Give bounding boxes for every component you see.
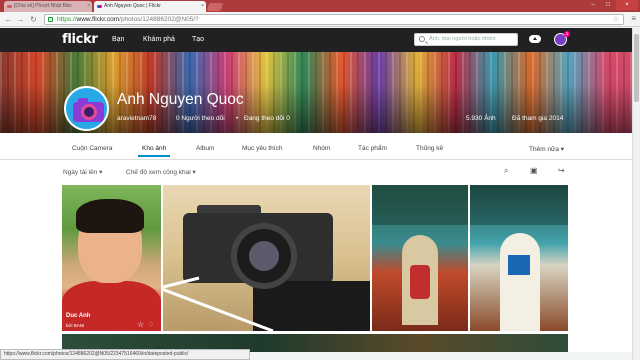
browser-status-url: https://www.flickr.com/photos/124886202@… <box>0 349 250 360</box>
tab-kho-anh[interactable]: Kho ảnh <box>137 145 171 157</box>
photo-owner[interactable]: bởi BANI <box>66 323 84 328</box>
close-icon[interactable]: × <box>201 1 204 12</box>
minimize-icon[interactable]: – <box>586 0 600 10</box>
separator-dot: • <box>236 115 239 122</box>
tab-label: [Chia sẻ] Phượt Nhật Bản <box>14 3 72 9</box>
tab-phuot-nhat-ban[interactable]: [Chia sẻ] Phượt Nhật Bản × <box>4 1 92 12</box>
photo-count: 5.930 Ảnh <box>466 115 496 122</box>
profile-avatar[interactable] <box>64 86 109 131</box>
more-menu[interactable]: Thêm nữa ▾ <box>529 145 564 153</box>
address-bar-row: ← → ↻ https://www.flickr.com/photos/1248… <box>0 12 640 27</box>
view-mode-dropdown[interactable]: Chế độ xem công khai ▾ <box>126 168 196 176</box>
forward-arrow-icon[interactable]: → <box>16 15 25 24</box>
window-controls: – □ × <box>586 0 638 11</box>
search-placeholder: Ảnh, mọi người hoặc nhóm <box>429 36 496 42</box>
window-close-icon[interactable]: × <box>616 0 638 10</box>
browser-menu-icon[interactable]: ≡ <box>631 15 636 23</box>
profile-subnav: Cuộn Camera Kho ảnh Album Mục yêu thích … <box>0 133 632 160</box>
tab-album[interactable]: Album <box>196 145 214 152</box>
nav-kham-pha[interactable]: Khám phá <box>143 36 175 43</box>
url-scheme: https:// <box>57 16 77 23</box>
tab-label: Anh Nguyen Quoc | Flickr <box>104 3 161 9</box>
white-arrow-overlay <box>163 276 274 331</box>
photo-tile-temple-interior[interactable] <box>372 185 468 331</box>
photo-title[interactable]: Duc Anh <box>66 313 90 319</box>
back-arrow-icon[interactable]: ← <box>4 15 13 24</box>
maximize-icon[interactable]: □ <box>601 0 615 10</box>
url-input[interactable]: https://www.flickr.com/photos/124886202@… <box>44 14 624 25</box>
reload-icon[interactable]: ↻ <box>29 15 38 24</box>
close-icon[interactable]: × <box>87 1 90 12</box>
flickr-favicon-icon <box>97 5 102 8</box>
bookmark-star-icon[interactable]: ☆ <box>613 15 619 25</box>
notification-badge[interactable]: 1 <box>564 31 570 37</box>
tab-flickr[interactable]: Anh Nguyen Quoc | Flickr × <box>94 1 206 12</box>
joined-date: Đã tham gia 2014 <box>512 115 564 122</box>
sort-dropdown[interactable]: Ngày tải lên ▾ <box>63 168 102 176</box>
photostream-toolbar: Ngày tải lên ▾ Chế độ xem công khai ▾ ⌕ … <box>0 160 632 182</box>
tab-nhom[interactable]: Nhóm <box>313 145 330 152</box>
following-count[interactable]: Đang theo dõi 0 <box>244 115 290 122</box>
flickr-header: flickr Bạn Khám phá Tạo Ảnh, mọi người h… <box>0 28 632 52</box>
upload-cloud-icon[interactable] <box>529 35 541 43</box>
new-tab-button[interactable] <box>206 3 224 11</box>
scrollbar-thumb[interactable] <box>634 34 639 102</box>
page-scrollbar[interactable] <box>632 28 640 360</box>
nav-ban[interactable]: Bạn <box>112 36 124 43</box>
url-host: www.flickr.com <box>76 16 120 23</box>
profile-name: Anh Nguyen Quoc <box>117 91 244 108</box>
photo-grid: Duc Anh bởi BANI ☆ ◌ <box>0 182 632 352</box>
flickr-logo[interactable]: flickr <box>62 32 98 47</box>
followers-count[interactable]: 0 Người theo dõi <box>176 115 225 122</box>
search-input[interactable]: Ảnh, mọi người hoặc nhóm <box>414 33 518 46</box>
comment-icon[interactable]: ◌ <box>149 321 153 328</box>
profile-username: aravietnam78 <box>117 115 157 122</box>
slideshow-icon[interactable]: ▣ <box>530 167 538 175</box>
photo-tile-duc-anh[interactable]: Duc Anh bởi BANI ☆ ◌ <box>62 185 161 331</box>
tab-tac-pham[interactable]: Tác phẩm <box>358 145 387 152</box>
photo-tile-camera[interactable] <box>163 185 370 331</box>
search-icon <box>419 36 425 42</box>
url-path: /photos/124886202@N05/? <box>119 16 199 23</box>
share-icon[interactable]: ↪ <box>558 167 565 175</box>
nav-tao[interactable]: Tạo <box>192 36 204 43</box>
favicon-icon <box>7 5 12 8</box>
tab-thong-ke[interactable]: Thống kê <box>416 145 443 152</box>
favorite-star-icon[interactable]: ☆ <box>137 320 144 329</box>
browser-tab-strip: [Chia sẻ] Phượt Nhật Bản × Anh Nguyen Qu… <box>0 0 640 12</box>
tab-cuon-camera[interactable]: Cuộn Camera <box>72 145 112 152</box>
tab-muc-yeu-thich[interactable]: Mục yêu thích <box>242 145 282 152</box>
lock-icon <box>48 17 53 22</box>
search-icon[interactable]: ⌕ <box>504 167 508 175</box>
photo-tile-temple-altar[interactable] <box>470 185 568 331</box>
